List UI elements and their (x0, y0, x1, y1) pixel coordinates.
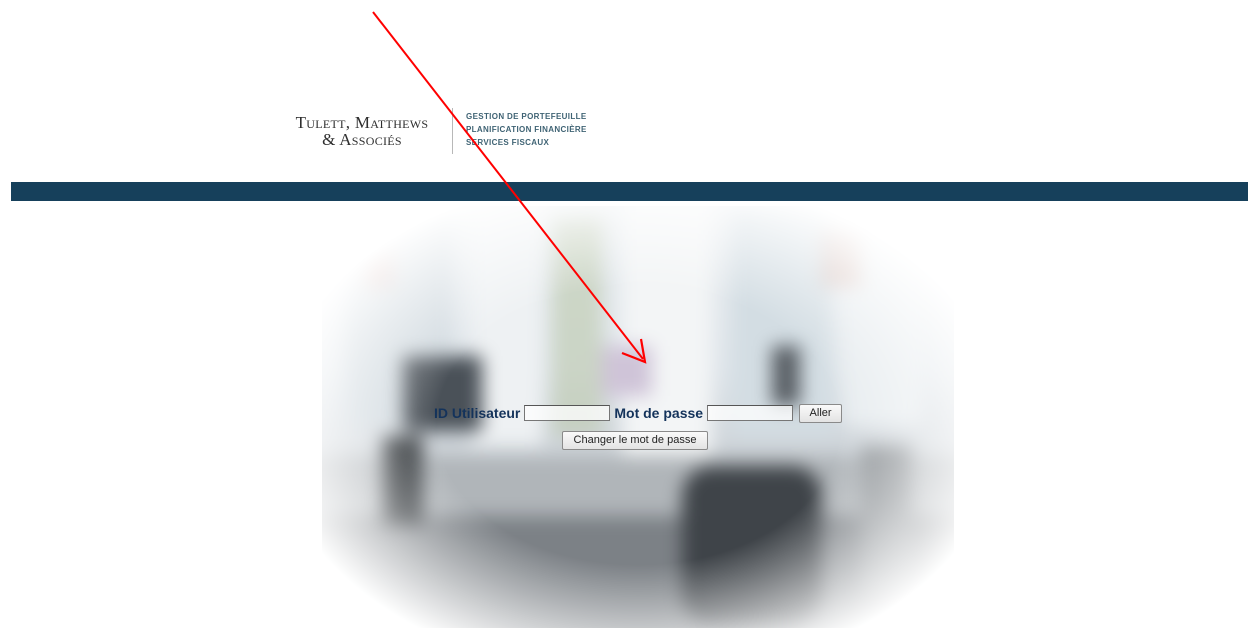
header-band (11, 182, 1248, 201)
password-input[interactable] (707, 405, 794, 421)
logo-divider (452, 108, 453, 154)
login-form: ID Utilisateur Mot de passe Aller (434, 402, 843, 424)
user-id-input[interactable] (524, 405, 611, 421)
password-label: Mot de passe (614, 405, 704, 421)
service-item: PLANIFICATION FINANCIÈRE (466, 125, 587, 134)
change-password-button[interactable]: Changer le mot de passe (562, 431, 708, 450)
user-id-label: ID Utilisateur (434, 405, 521, 421)
firm-name-line2: & Associés (322, 130, 402, 149)
login-page: Tulett, Matthews & Associés GESTION DE P… (0, 0, 1248, 628)
service-item: GESTION DE PORTEFEUILLE (466, 112, 587, 121)
go-button[interactable]: Aller (799, 403, 843, 423)
firm-name-line1: Tulett, Matthews (295, 113, 429, 132)
services-list: GESTION DE PORTEFEUILLE PLANIFICATION FI… (466, 110, 587, 149)
service-item: SERVICES FISCAUX (466, 138, 550, 147)
firm-logo: Tulett, Matthews & Associés GESTION DE P… (286, 108, 626, 156)
firm-name: Tulett, Matthews & Associés (286, 114, 438, 148)
